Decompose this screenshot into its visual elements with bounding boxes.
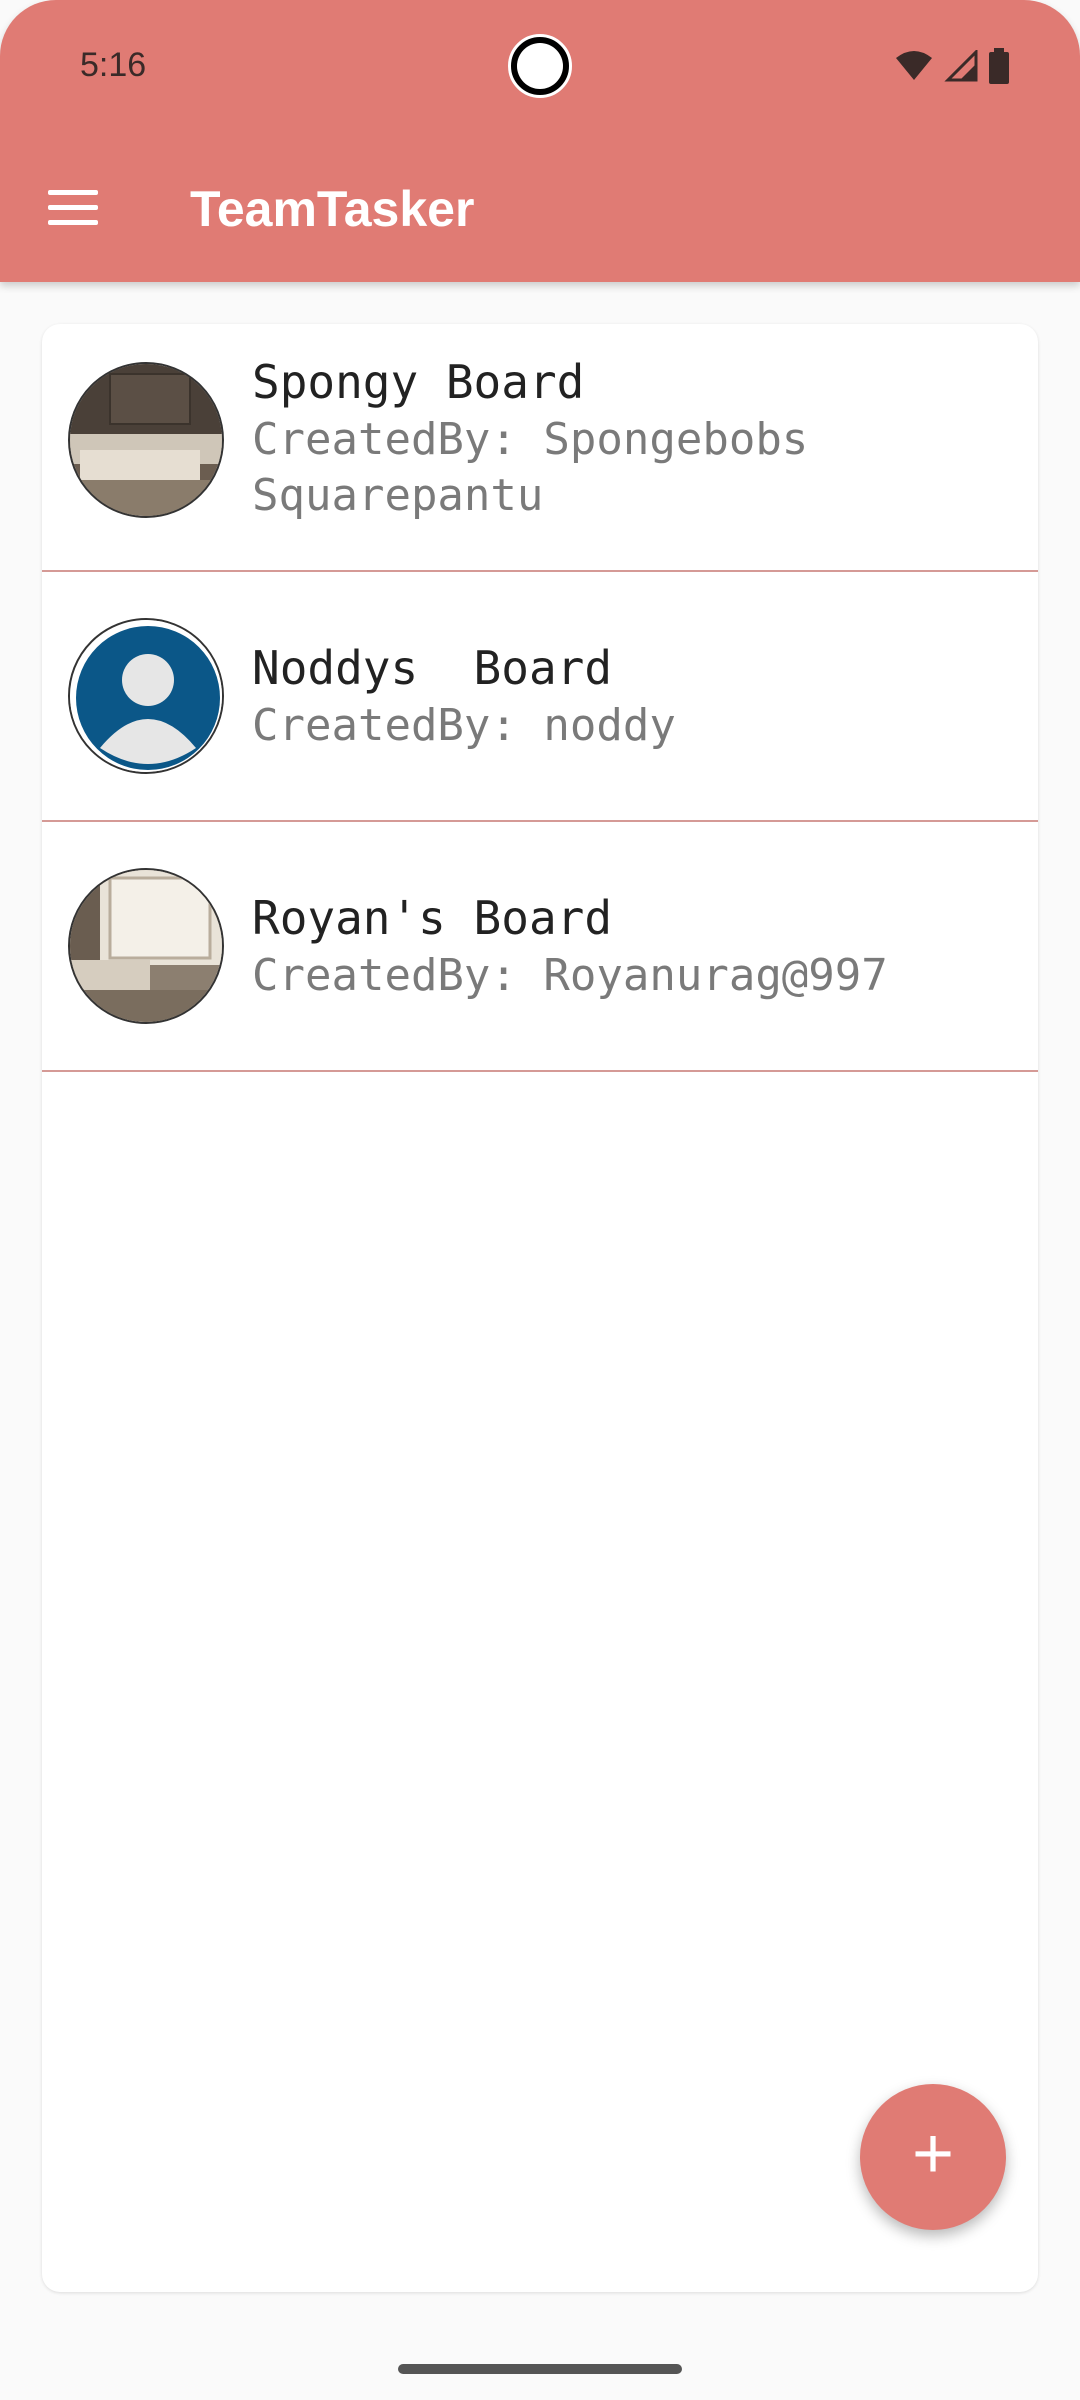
wifi-icon xyxy=(896,51,932,80)
app-title: TeamTasker xyxy=(190,181,475,237)
board-title: Spongy Board xyxy=(252,355,585,409)
hamburger-menu-icon[interactable] xyxy=(48,190,98,230)
board-text: Spongy Board CreatedBy: Spongebobs Squar… xyxy=(252,352,1012,524)
living-room-photo-icon xyxy=(70,870,222,1022)
board-title: Noddys Board xyxy=(252,641,613,695)
add-icon: + xyxy=(911,2114,955,2194)
board-creator: CreatedBy: Royanurag@997 xyxy=(252,950,888,1001)
status-icons xyxy=(894,48,1010,84)
board-item[interactable]: Spongy Board CreatedBy: Spongebobs Squar… xyxy=(42,324,1038,572)
board-avatar xyxy=(68,618,224,774)
board-text: Royan's Board CreatedBy: Royanurag@997 xyxy=(252,888,1012,1004)
board-avatar xyxy=(68,362,224,518)
board-text: Noddys Board CreatedBy: noddy xyxy=(252,638,1012,754)
living-room-photo-icon xyxy=(70,364,222,516)
board-item[interactable]: Noddys Board CreatedBy: noddy xyxy=(42,572,1038,822)
battery-icon xyxy=(989,48,1009,84)
default-user-avatar-icon xyxy=(70,620,222,772)
board-title: Royan's Board xyxy=(252,891,613,945)
signal-icon xyxy=(944,50,978,82)
status-time: 5:16 xyxy=(80,46,147,84)
board-item[interactable]: Royan's Board CreatedBy: Royanurag@997 xyxy=(42,822,1038,1072)
camera-cutout xyxy=(508,34,572,98)
board-creator: CreatedBy: noddy xyxy=(252,700,676,751)
home-indicator[interactable] xyxy=(398,2364,682,2374)
app-bar: 5:16 TeamTasker xyxy=(0,0,1080,282)
add-board-button[interactable]: + xyxy=(860,2084,1006,2230)
board-avatar xyxy=(68,868,224,1024)
board-creator: CreatedBy: Spongebobs Squarepantu xyxy=(252,414,809,521)
board-list: Spongy Board CreatedBy: Spongebobs Squar… xyxy=(42,324,1038,2292)
